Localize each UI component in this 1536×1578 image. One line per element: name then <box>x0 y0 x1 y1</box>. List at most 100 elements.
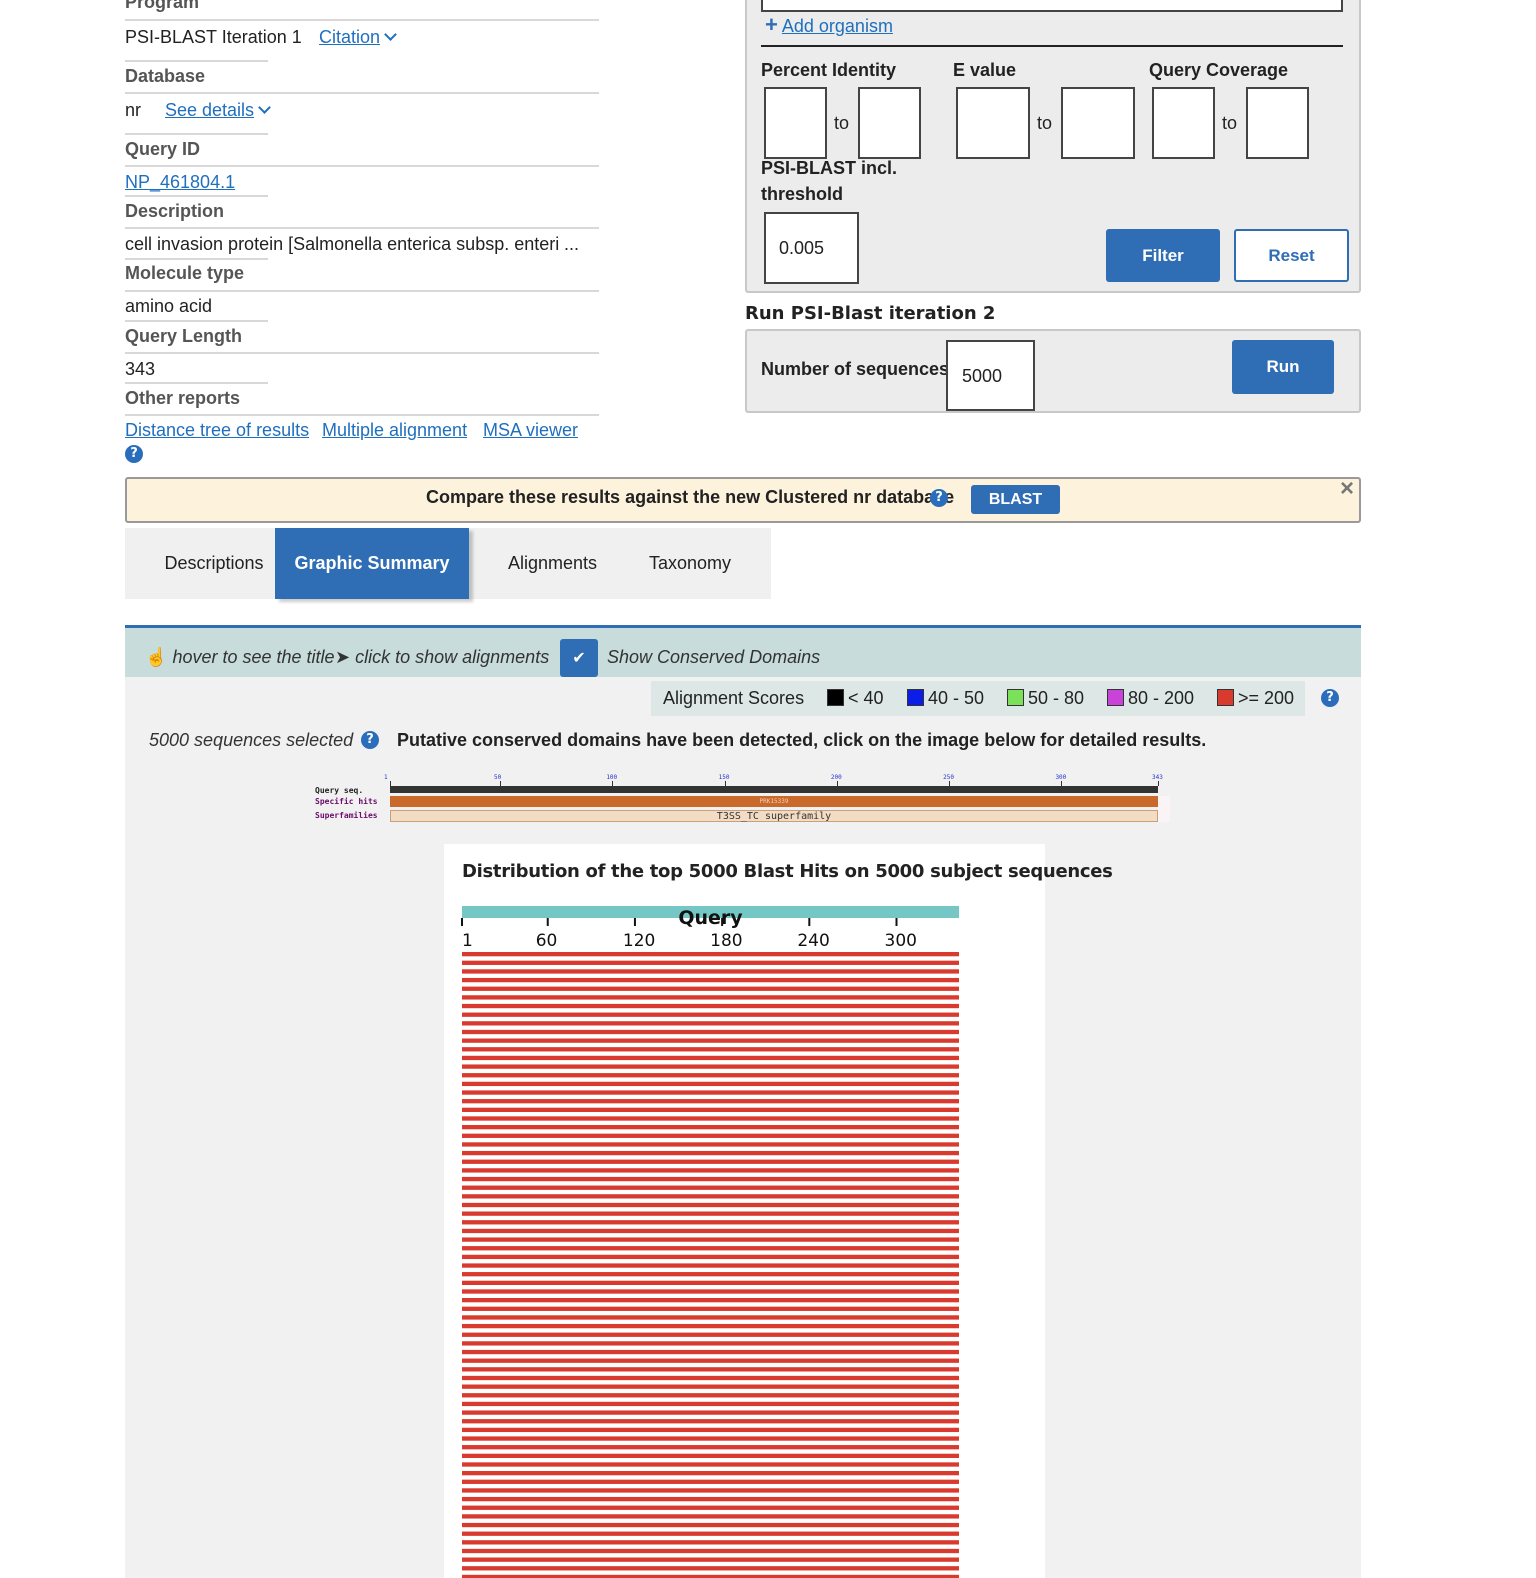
hit-bar[interactable] <box>462 1021 959 1026</box>
hit-bar[interactable] <box>462 1159 959 1164</box>
hit-bar[interactable] <box>462 1263 959 1268</box>
hit-bar[interactable] <box>462 1168 959 1173</box>
hit-bar[interactable] <box>462 1557 959 1562</box>
run-button[interactable]: Run <box>1232 340 1334 394</box>
hit-bar[interactable] <box>462 1090 959 1095</box>
hit-bar[interactable] <box>462 1341 959 1346</box>
hit-bar[interactable] <box>462 1220 959 1225</box>
hit-bar[interactable] <box>462 1289 959 1294</box>
hit-bar[interactable] <box>462 1012 959 1017</box>
hit-bar[interactable] <box>462 1150 959 1156</box>
evalue-min-input[interactable] <box>956 87 1030 159</box>
tab-graphic-summary[interactable]: Graphic Summary <box>275 528 469 599</box>
hit-bar[interactable] <box>462 977 959 983</box>
hit-bar[interactable] <box>462 1427 959 1433</box>
cdd-graphic[interactable]: Query seq. Specific hits Superfamilies 1… <box>313 774 1173 826</box>
hit-bar[interactable] <box>462 1496 959 1502</box>
hit-bar[interactable] <box>462 1384 959 1389</box>
add-organism-link[interactable]: Add organism <box>782 16 893 36</box>
hit-bar[interactable] <box>462 1306 959 1311</box>
hit-bar[interactable] <box>462 1531 959 1536</box>
hit-bar[interactable] <box>462 1323 959 1329</box>
percent-identity-max-input[interactable] <box>858 87 921 159</box>
num-sequences-input[interactable]: 5000 <box>946 340 1035 411</box>
hit-bar[interactable] <box>462 1055 959 1061</box>
hit-bar[interactable] <box>462 1047 959 1052</box>
hit-bar[interactable] <box>462 1073 959 1078</box>
reset-button[interactable]: Reset <box>1234 229 1349 282</box>
help-icon[interactable]: ? <box>930 489 948 507</box>
query-id-link[interactable]: NP_461804.1 <box>125 172 235 193</box>
cdd-specific-hit[interactable]: PRK15339 <box>390 796 1158 807</box>
cdd-superfamily[interactable]: T3SS_TC superfamily <box>390 810 1158 822</box>
hit-bar[interactable] <box>462 1419 959 1424</box>
tab-alignments[interactable]: Alignments <box>490 528 615 599</box>
hit-bar[interactable] <box>462 1566 959 1571</box>
hit-bar[interactable] <box>462 1194 959 1199</box>
hit-bar[interactable] <box>462 1038 959 1043</box>
hit-bar[interactable] <box>462 1471 959 1476</box>
hit-bar[interactable] <box>462 1246 959 1251</box>
hit-bar[interactable] <box>462 995 959 1000</box>
hit-distribution-chart[interactable]: Query 1 60 120 180 240 300 <box>444 900 1045 1578</box>
hit-bar[interactable] <box>462 1099 959 1104</box>
hit-bar[interactable] <box>462 1142 959 1147</box>
hit-bar[interactable] <box>462 1081 959 1087</box>
hit-bar[interactable] <box>462 1064 959 1069</box>
hit-bar[interactable] <box>462 1410 959 1415</box>
hit-bar[interactable] <box>462 1358 959 1363</box>
see-details-link[interactable]: See details <box>165 100 254 120</box>
tab-taxonomy[interactable]: Taxonomy <box>632 528 748 599</box>
conserved-domains-label[interactable]: Show Conserved Domains <box>607 647 820 668</box>
help-icon[interactable]: ? <box>361 731 379 749</box>
hit-bar[interactable] <box>462 1254 959 1260</box>
psiblast-threshold-input[interactable]: 0.005 <box>764 212 859 284</box>
add-organism-toggle[interactable]: + Add organism <box>765 12 893 38</box>
hit-bar[interactable] <box>462 986 959 991</box>
hit-bar[interactable] <box>462 1029 959 1035</box>
hit-bar[interactable] <box>462 1272 959 1277</box>
see-details-toggle[interactable]: See details <box>165 100 271 121</box>
hit-bar[interactable] <box>462 1107 959 1112</box>
hit-bar[interactable] <box>462 1488 959 1493</box>
close-icon[interactable]: × <box>1340 475 1354 503</box>
hit-bar[interactable] <box>462 1462 959 1467</box>
hit-bar[interactable] <box>462 1367 959 1372</box>
hit-bar[interactable] <box>462 1176 959 1182</box>
hit-bar[interactable] <box>462 1185 959 1190</box>
hit-bar[interactable] <box>462 1332 959 1337</box>
hit-bar[interactable] <box>462 1125 959 1130</box>
percent-identity-min-input[interactable] <box>764 87 827 159</box>
hit-bar[interactable] <box>462 1228 959 1234</box>
hit-bar[interactable] <box>462 1479 959 1484</box>
citation-link[interactable]: Citation <box>319 27 380 47</box>
hit-bar[interactable] <box>462 952 959 957</box>
hit-bar[interactable] <box>462 1298 959 1303</box>
hit-bar[interactable] <box>462 1349 959 1355</box>
evalue-max-input[interactable] <box>1061 87 1135 159</box>
hit-bar[interactable] <box>462 1453 959 1458</box>
multiple-alignment-link[interactable]: Multiple alignment <box>322 420 467 441</box>
hit-bar[interactable] <box>462 1202 959 1208</box>
query-coverage-max-input[interactable] <box>1246 87 1309 159</box>
hit-bar[interactable] <box>462 1375 959 1381</box>
conserved-domains-checkbox[interactable]: ✔ <box>560 639 598 677</box>
hit-bar[interactable] <box>462 1522 959 1528</box>
hit-bar[interactable] <box>462 1445 959 1450</box>
filter-button[interactable]: Filter <box>1106 229 1220 282</box>
help-icon[interactable]: ? <box>125 445 143 463</box>
query-coverage-min-input[interactable] <box>1152 87 1215 159</box>
hit-bar[interactable] <box>462 1211 959 1216</box>
help-icon[interactable]: ? <box>1321 689 1339 707</box>
hit-bar[interactable] <box>462 1237 959 1242</box>
hit-bar[interactable] <box>462 969 959 974</box>
hit-bar[interactable] <box>462 1514 959 1519</box>
hit-bar[interactable] <box>462 1548 959 1554</box>
tab-descriptions[interactable]: Descriptions <box>150 528 278 599</box>
description-ellipsis[interactable]: ... <box>564 234 579 255</box>
distance-tree-link[interactable]: Distance tree of results <box>125 420 309 441</box>
hit-bar[interactable] <box>462 1540 959 1545</box>
hit-bar[interactable] <box>462 1505 959 1510</box>
hit-bar[interactable] <box>462 960 959 965</box>
msa-viewer-link[interactable]: MSA viewer <box>483 420 578 441</box>
